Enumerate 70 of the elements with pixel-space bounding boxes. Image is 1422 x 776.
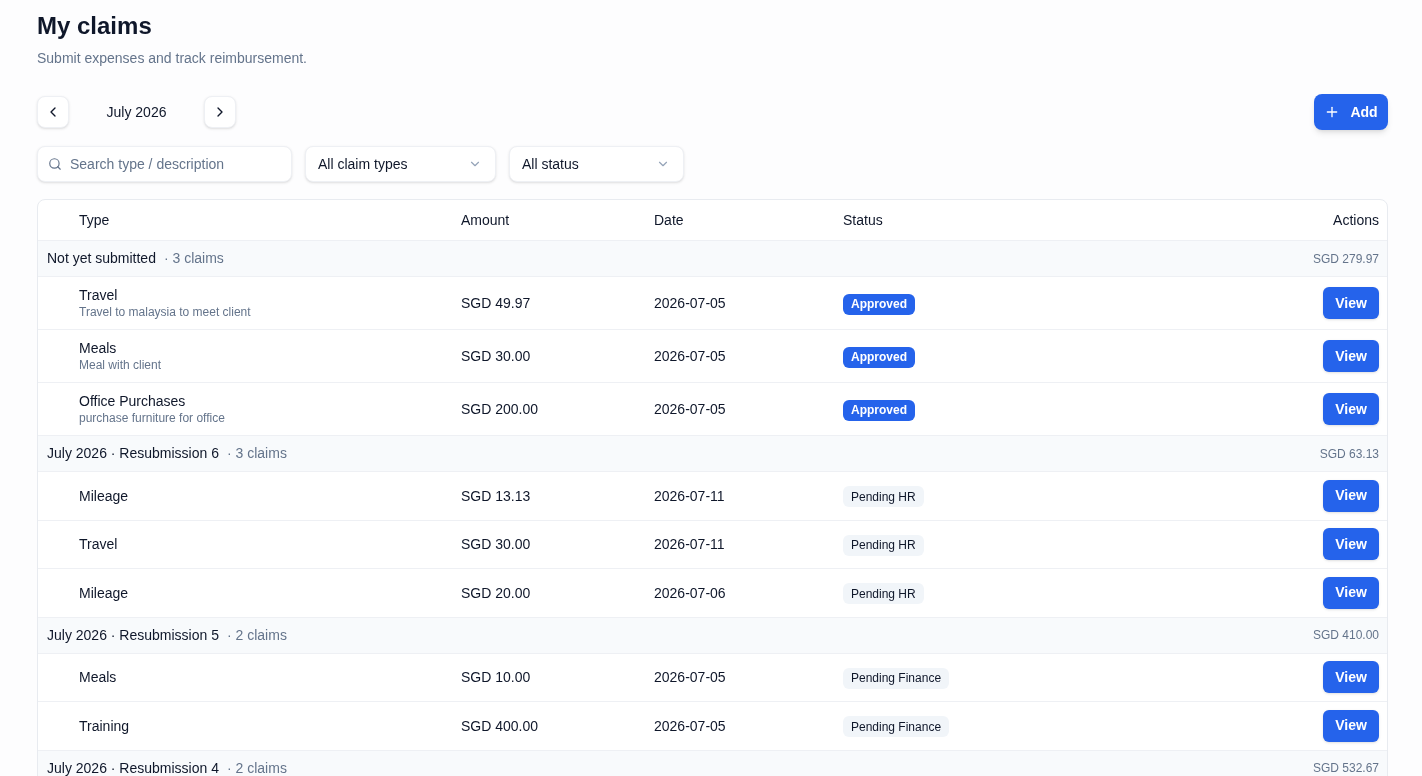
view-button[interactable]: View: [1323, 576, 1379, 609]
group-title: July 2026 · Resubmission 6: [47, 444, 219, 463]
date-cell: 2026-07-11: [654, 536, 725, 553]
view-button[interactable]: View: [1323, 287, 1379, 319]
group-total: SGD 279.97: [1312, 250, 1379, 268]
view-button[interactable]: View: [1323, 661, 1379, 694]
group-title: Not yet submitted: [47, 249, 156, 268]
date-cell: 2026-07-05: [654, 401, 726, 417]
status-select[interactable]: All status: [509, 146, 684, 182]
amount-cell: SGD 30.00: [461, 348, 531, 364]
group-total: SGD 532.67: [1312, 760, 1379, 776]
claim-type: Training: [79, 716, 130, 735]
group-total: SGD 63.13: [1319, 445, 1379, 463]
date-cell: 2026-07-05: [654, 348, 726, 364]
status-badge: Approved: [843, 399, 915, 421]
claim-description: Meal with client: [79, 357, 162, 373]
amount-cell: SGD 400.00: [461, 717, 539, 734]
column-header: Type: [79, 212, 110, 228]
view-button[interactable]: View: [1323, 709, 1379, 742]
claim-count: · 2 claims: [227, 758, 287, 776]
status-badge: Pending HR: [843, 583, 924, 605]
date-cell: 2026-07-06: [654, 584, 726, 601]
page-title: My claims: [37, 11, 152, 41]
date-cell: 2026-07-05: [654, 295, 726, 311]
date-cell: 2026-07-11: [654, 487, 725, 504]
column-header: Date: [654, 212, 684, 228]
claim-description: purchase furniture for office: [79, 410, 225, 426]
claim-count: · 2 claims: [227, 625, 287, 645]
view-button[interactable]: View: [1323, 340, 1379, 372]
group-total: SGD 410.00: [1312, 627, 1379, 644]
claim-type: Meals: [79, 339, 117, 357]
claim-type: Travel: [79, 535, 118, 554]
claim-type: Mileage: [79, 486, 129, 505]
amount-cell: SGD 13.13: [461, 487, 531, 504]
amount-cell: SGD 10.00: [461, 669, 531, 686]
view-button[interactable]: View: [1323, 528, 1379, 561]
status-badge: Pending HR: [843, 486, 924, 508]
amount-cell: SGD 20.00: [461, 584, 531, 601]
page-subtitle: Submit expenses and track reimbursement.: [37, 50, 307, 66]
status-badge: Pending HR: [843, 534, 924, 556]
column-header: Actions: [1333, 210, 1379, 230]
view-button[interactable]: View: [1323, 479, 1379, 512]
group-title: July 2026 · Resubmission 5: [47, 625, 219, 645]
claim-count: · 3 claims: [163, 249, 224, 268]
next-month-button[interactable]: [204, 96, 236, 128]
status-badge: Approved: [843, 346, 915, 368]
claim-description: Travel to malaysia to meet client: [79, 304, 251, 320]
date-cell: 2026-07-05: [654, 669, 726, 686]
group-title: July 2026 · Resubmission 4: [47, 758, 219, 776]
search-icon: [48, 157, 62, 171]
column-header: Status: [843, 212, 883, 228]
previous-month-button[interactable]: [37, 96, 69, 128]
view-button[interactable]: View: [1323, 393, 1379, 425]
amount-cell: SGD 30.00: [461, 536, 531, 553]
amount-cell: SGD 200.00: [461, 401, 539, 417]
add-button[interactable]: Add: [1314, 94, 1388, 130]
search-field[interactable]: Search type / description: [37, 146, 292, 182]
claim-type: Office Purchases: [79, 392, 186, 410]
status-badge: Approved: [843, 293, 915, 315]
claim-type: Travel: [79, 286, 118, 304]
date-cell: 2026-07-05: [654, 717, 726, 734]
status-badge: Pending Finance: [843, 667, 950, 689]
column-header: Amount: [461, 212, 510, 228]
amount-cell: SGD 49.97: [461, 295, 531, 311]
claim-type: Mileage: [79, 583, 129, 602]
month-label: July 2026: [106, 102, 167, 122]
status-badge: Pending Finance: [843, 716, 950, 738]
claim-type: Meals: [79, 668, 117, 687]
claim-type-select[interactable]: All claim types: [305, 146, 496, 182]
claim-count: · 3 claims: [227, 444, 287, 463]
